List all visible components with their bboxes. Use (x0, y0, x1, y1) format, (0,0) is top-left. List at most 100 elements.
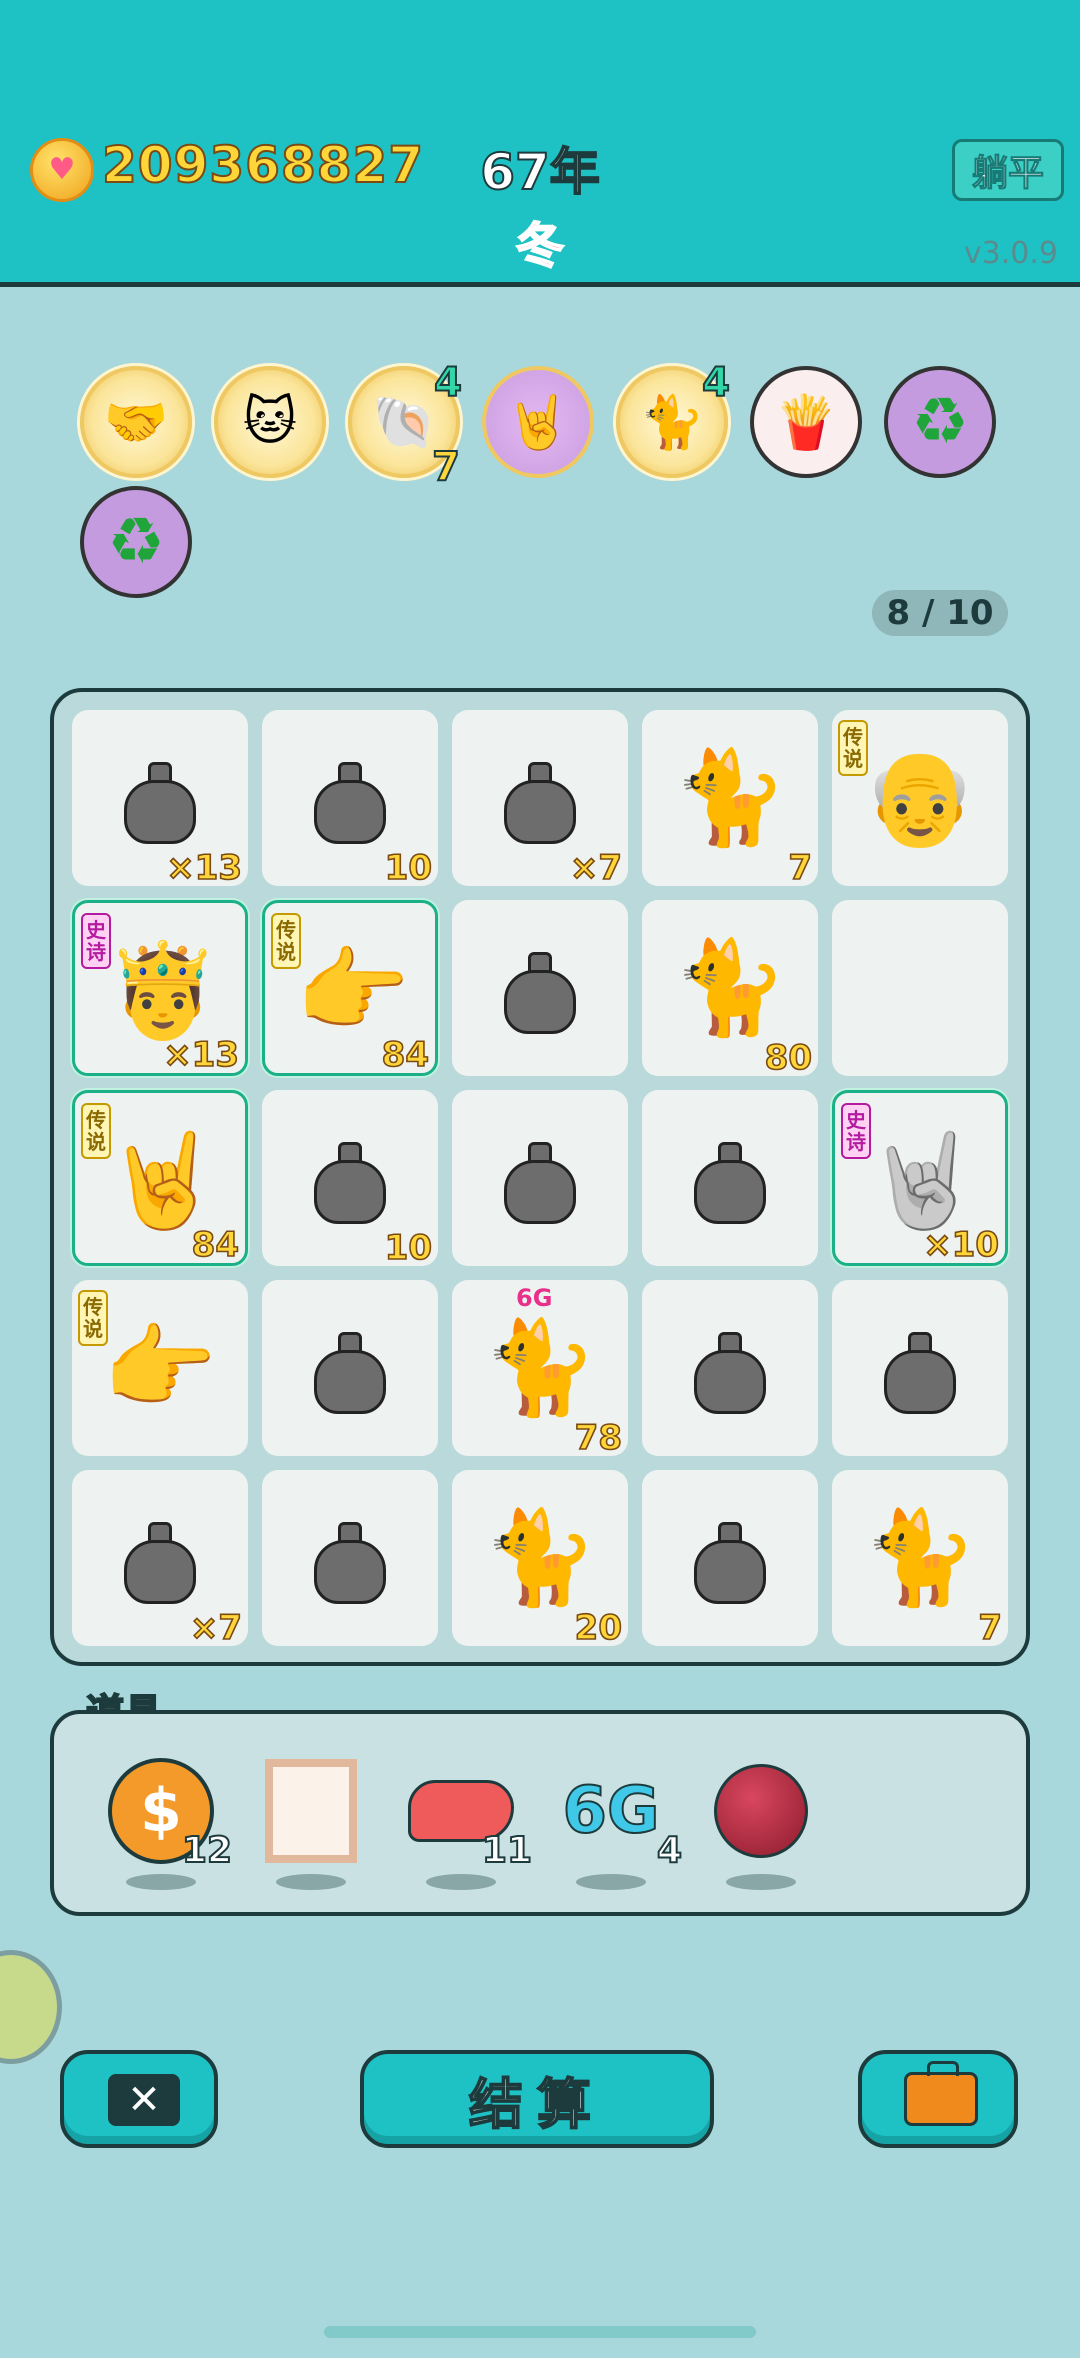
top-bar: ♥ 209368827 67年 冬 躺平 v3.0.9 (0, 0, 1080, 287)
item-count: ×7 (569, 847, 623, 889)
prop-count: 4 (656, 1829, 683, 1872)
trash-bag-icon (642, 1470, 818, 1646)
grid-cell-cat[interactable]: 🐈 80 (642, 900, 818, 1079)
item-count: 7 (788, 847, 813, 889)
6g-icon: 6G (556, 1756, 666, 1866)
grid-cell-point-hand[interactable]: 👉 传说 84 (262, 900, 438, 1076)
grid-cell-bag[interactable]: ×13 (72, 710, 248, 889)
grid-cell-bag[interactable] (642, 1470, 818, 1646)
grid-cell-bag[interactable] (642, 1090, 818, 1266)
buff-fries-icon[interactable]: 🍟 (750, 366, 862, 478)
grid-cell-rock-hand-gray[interactable]: 🤘 史诗 ×10 (832, 1090, 1008, 1266)
shell-icon: 🐚 (371, 392, 437, 453)
prop-item[interactable] (706, 1756, 826, 1890)
prop-item[interactable]: 11 (406, 1756, 533, 1890)
season-label: 冬 (515, 217, 565, 275)
year-label: 67年 (479, 142, 601, 202)
grid-cell-bag[interactable]: ×7 (452, 710, 628, 889)
rock-hand-icon: 🤘 (505, 392, 571, 453)
coin-balance: 209368827 (101, 135, 425, 195)
buff-shell-icon[interactable]: 🐚 4 7 (348, 359, 463, 491)
grid-cell-king[interactable]: 🤴 史诗 ×13 (72, 900, 248, 1076)
buff-cat-faces-coin-icon[interactable]: 🐱 (214, 366, 326, 478)
trash-bag-icon (452, 1090, 628, 1266)
cat-faces-coin-icon: 🐱 (242, 392, 298, 452)
rarity-tag: 史诗 (81, 913, 111, 969)
rarity-tag: 传说 (78, 1290, 108, 1346)
grid-cell-empty[interactable] (832, 900, 1008, 1076)
item-count: 84 (381, 1034, 430, 1076)
item-count: 7 (978, 1607, 1003, 1649)
briefcase-icon (904, 2061, 978, 2126)
lychee-icon (706, 1756, 816, 1866)
item-count: 10 (384, 847, 433, 889)
grid-cell-cat[interactable]: 🐈 20 (452, 1470, 628, 1649)
buff-recycle-icon[interactable]: ♻ (884, 366, 996, 478)
prop-count: 11 (481, 1829, 533, 1872)
rarity-tag: 史诗 (841, 1103, 871, 1159)
grid-cell-old-man[interactable]: 👴 传说 (832, 710, 1008, 886)
cat-heart-icon: 🐈 (639, 392, 705, 453)
grid-cell-bag[interactable] (452, 900, 628, 1076)
frame-icon (256, 1756, 366, 1866)
grid-cell-bag[interactable] (262, 1280, 438, 1456)
grid-cell-bag[interactable] (452, 1090, 628, 1266)
prop-item[interactable]: $12 (106, 1756, 233, 1890)
prop-shadow (276, 1874, 346, 1890)
lie-flat-button[interactable]: 躺平 (952, 139, 1064, 201)
capacity-counter: 8 / 10 (872, 590, 1008, 636)
item-count: 84 (191, 1224, 240, 1266)
buff-count: 4 (701, 359, 731, 407)
item-grid: ×13 10 ×7 🐈 7 👴 传说 🤴 史诗 ×13 👉 传说 84 🐈 80 🤘 传说 84 10 🤘 史诗 ×10 👉… (50, 688, 1030, 1666)
prop-6g-text: 6G (561, 1773, 660, 1849)
grid-cell-cat[interactable]: 🐈 6G 78 (452, 1280, 628, 1459)
grid-cell-cat[interactable]: 🐈 7 (642, 710, 818, 889)
settle-button[interactable]: 结算 (360, 2050, 714, 2148)
grid-cell-cat[interactable]: 🐈 7 (832, 1470, 1008, 1649)
buff-rock-hand-icon[interactable]: 🤘 (482, 366, 594, 478)
6g-badge: 6G (516, 1284, 553, 1312)
prop-item[interactable]: 6G 4 (556, 1756, 683, 1890)
prop-shadow (426, 1874, 496, 1890)
close-icon: ✕ (108, 2074, 180, 2126)
heart-coin-icon: ♥ (30, 138, 94, 202)
grid-cell-bag[interactable] (832, 1280, 1008, 1456)
buff-handshake-icon[interactable]: 🤝 (80, 366, 192, 478)
item-count: 20 (574, 1607, 623, 1649)
handshake-icon: 🤝 (103, 392, 169, 453)
grid-cell-bag[interactable]: 10 (262, 1090, 438, 1269)
inventory-button[interactable] (858, 2050, 1018, 2148)
trash-bag-icon (642, 1090, 818, 1266)
item-count: ×10 (922, 1224, 999, 1266)
rarity-tag: 传说 (838, 720, 868, 776)
close-button[interactable]: ✕ (60, 2050, 218, 2148)
avatar[interactable] (0, 1950, 62, 2064)
fries-icon: 🍟 (773, 392, 839, 453)
version-label: v3.0.9 (963, 236, 1058, 271)
item-count: ×13 (165, 847, 242, 889)
buff-cat-heart-icon[interactable]: 🐈 4 (616, 359, 731, 478)
item-count: 80 (764, 1037, 813, 1079)
trash-bag-icon (262, 1470, 438, 1646)
grid-cell-rock-hand[interactable]: 🤘 传说 84 (72, 1090, 248, 1266)
grid-cell-bag[interactable]: 10 (262, 710, 438, 889)
item-count: 10 (384, 1227, 433, 1269)
item-count: ×13 (162, 1034, 239, 1076)
rarity-tag: 传说 (271, 913, 301, 969)
prop-shadow (576, 1874, 646, 1890)
trash-bag-icon (452, 900, 628, 1076)
rarity-tag: 传说 (81, 1103, 111, 1159)
prop-item[interactable] (256, 1756, 376, 1890)
item-count: ×7 (189, 1607, 243, 1649)
grid-cell-bag[interactable] (262, 1470, 438, 1646)
trash-bag-icon (262, 1280, 438, 1456)
buff-recycle-icon[interactable]: ♻ (80, 486, 192, 598)
grid-cell-point-hand[interactable]: 👉 传说 (72, 1280, 248, 1456)
grid-cell-bag[interactable]: ×7 (72, 1470, 248, 1649)
trash-bag-icon (642, 1280, 818, 1456)
prop-count: 12 (181, 1829, 233, 1872)
grid-cell-bag[interactable] (642, 1280, 818, 1456)
prop-shadow (726, 1874, 796, 1890)
recycle-icon: ♻ (911, 385, 969, 459)
props-panel: $12 11 6G 4 (50, 1710, 1030, 1916)
